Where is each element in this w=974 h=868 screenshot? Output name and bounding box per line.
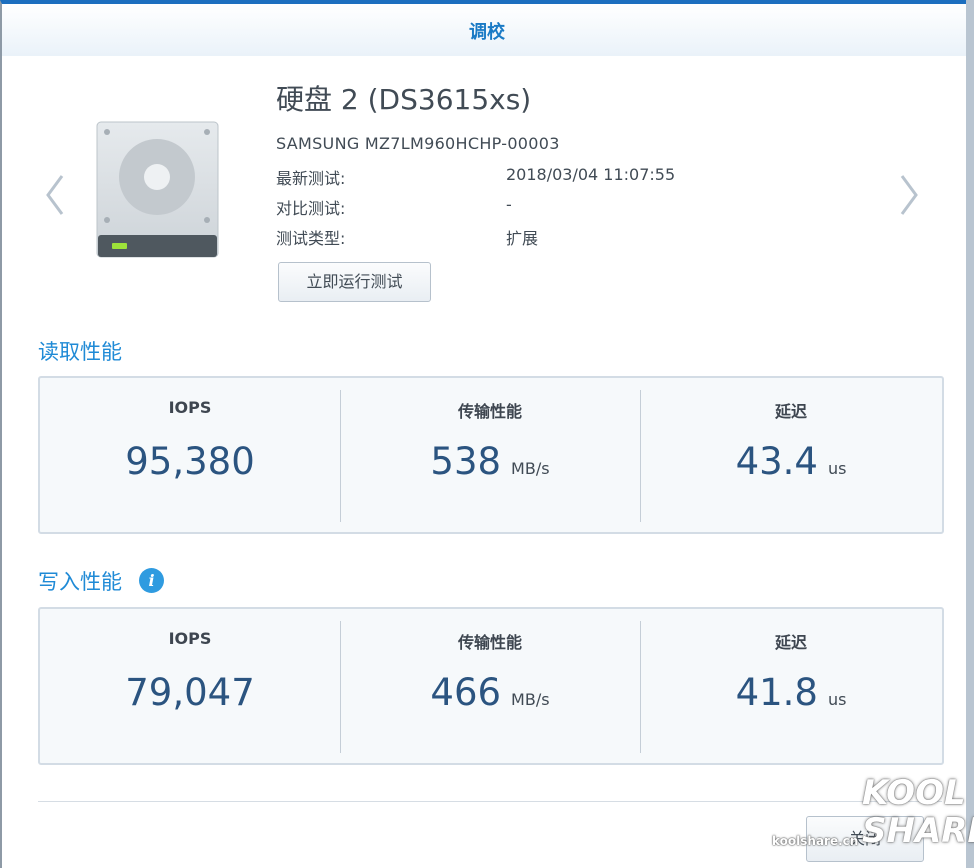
- tuning-window: 调校 硬盘 2 (DS3615xs) SAMSUNG MZ7LM960HCHP-…: [0, 0, 974, 868]
- write-latency-cell: 延迟 41.8 us: [640, 609, 942, 763]
- koolshare-watermark: KOOL SHARE koolshare.cn: [770, 770, 974, 868]
- run-test-button[interactable]: 立即运行测试: [278, 262, 431, 302]
- write-latency-value: 41.8: [735, 671, 818, 714]
- read-iops-value-row: 95,380: [40, 440, 340, 483]
- read-iops-cell: IOPS 95,380: [40, 378, 340, 532]
- compare-test-label: 对比测试:: [276, 199, 346, 218]
- compare-test-value: -: [506, 195, 512, 214]
- watermark-url: koolshare.cn: [772, 834, 859, 848]
- watermark-logo-line1: KOOL: [862, 773, 966, 813]
- read-latency-label: 延迟: [774, 402, 807, 421]
- write-performance-title: 写入性能: [38, 570, 122, 594]
- read-latency-value: 43.4: [735, 440, 818, 483]
- window-title: 调校: [469, 22, 505, 43]
- watermark-logo-line2: SHARE: [862, 811, 974, 851]
- read-throughput-cell: 传输性能 538 MB/s: [340, 378, 640, 532]
- info-icon[interactable]: i: [139, 568, 164, 593]
- read-performance-panel: IOPS 95,380 传输性能 538 MB/s 延迟 43.4 us: [38, 376, 944, 534]
- watermark-logo: KOOL SHARE: [862, 774, 974, 864]
- read-performance-title: 读取性能: [38, 340, 122, 364]
- test-type-value: 扩展: [506, 229, 539, 248]
- write-latency-label: 延迟: [774, 633, 807, 652]
- read-iops-label: IOPS: [168, 398, 212, 417]
- write-iops-value: 79,047: [125, 671, 255, 714]
- write-throughput-cell: 传输性能 466 MB/s: [340, 609, 640, 763]
- read-latency-cell: 延迟 43.4 us: [640, 378, 942, 532]
- disk-model: SAMSUNG MZ7LM960HCHP-00003: [276, 134, 560, 153]
- disk-name: 硬盘 2 (DS3615xs): [276, 83, 532, 116]
- write-throughput-label: 传输性能: [457, 633, 522, 652]
- read-throughput-unit: MB/s: [511, 459, 550, 478]
- latest-test-row: 最新测试: 2018/03/04 11:07:55: [276, 165, 675, 189]
- chevron-right-icon[interactable]: [894, 172, 924, 218]
- read-latency-value-row: 43.4 us: [640, 440, 942, 483]
- write-performance-panel: IOPS 79,047 传输性能 466 MB/s 延迟 41.8 us: [38, 607, 944, 765]
- write-iops-label: IOPS: [168, 629, 212, 648]
- latest-test-label: 最新测试:: [276, 169, 346, 188]
- read-throughput-label: 传输性能: [457, 402, 522, 421]
- hard-disk-icon: [96, 121, 219, 258]
- window-edge: [966, 0, 974, 868]
- write-throughput-value: 466: [430, 671, 502, 714]
- compare-test-row: 对比测试: -: [276, 195, 512, 219]
- read-throughput-value-row: 538 MB/s: [340, 440, 640, 483]
- read-latency-unit: us: [827, 459, 847, 478]
- chevron-left-icon[interactable]: [40, 172, 70, 218]
- write-iops-cell: IOPS 79,047: [40, 609, 340, 763]
- read-throughput-value: 538: [430, 440, 502, 483]
- read-iops-value: 95,380: [125, 440, 255, 483]
- write-latency-value-row: 41.8 us: [640, 671, 942, 714]
- test-type-row: 测试类型: 扩展: [276, 225, 538, 249]
- write-throughput-unit: MB/s: [511, 690, 550, 709]
- test-type-label: 测试类型:: [276, 229, 346, 248]
- latest-test-value: 2018/03/04 11:07:55: [506, 165, 676, 184]
- title-bar[interactable]: 调校: [2, 4, 972, 56]
- write-iops-value-row: 79,047: [40, 671, 340, 714]
- write-latency-unit: us: [827, 690, 847, 709]
- write-throughput-value-row: 466 MB/s: [340, 671, 640, 714]
